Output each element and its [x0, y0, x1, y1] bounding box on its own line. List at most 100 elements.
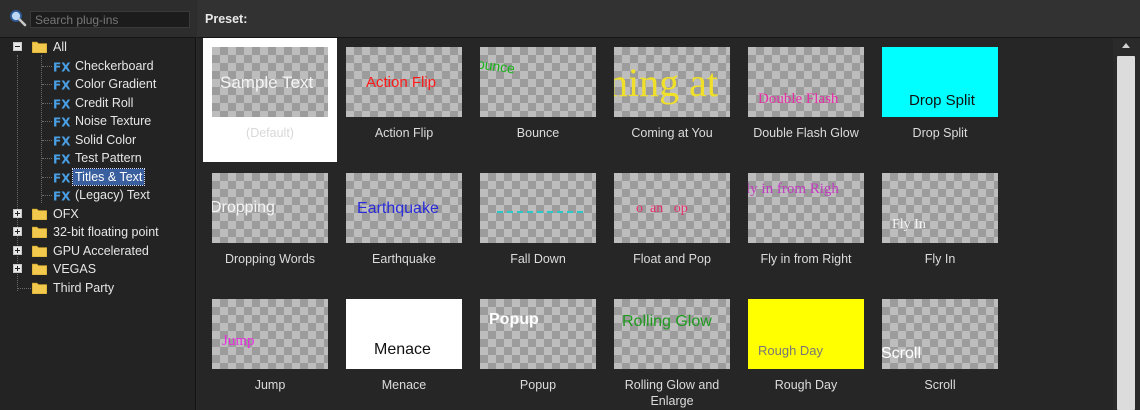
preset-thumbnail: Rolling Glow [614, 299, 730, 369]
preset-rough-day[interactable]: Rough Day Rough Day [739, 290, 873, 410]
search-icon[interactable] [9, 9, 27, 27]
preset-drop-split[interactable]: Drop Split Drop Split [873, 38, 1007, 162]
thumbnail-text: Double Flash [758, 91, 839, 107]
folder-icon [32, 282, 47, 294]
thumbnail-text: o an op [636, 201, 688, 216]
preset-float-and-pop[interactable]: o an op Float and Pop [605, 164, 739, 288]
tree-item-label: Color Gradient [75, 77, 157, 91]
svg-text:FX: FX [53, 79, 71, 92]
tree-item-ofx[interactable]: OFX [0, 205, 196, 223]
search-bar [0, 0, 196, 38]
expand-toggle[interactable] [13, 245, 22, 255]
tree-item-label: Solid Color [75, 132, 137, 147]
preset-thumbnail: Action Flip [346, 47, 462, 117]
preset-label: Fly In [924, 252, 956, 266]
tree-item-label: Test Pattern [75, 151, 142, 165]
preset-double-flash-glow[interactable]: Double Flash Double Flash Glow [739, 38, 873, 162]
tree-item-credit-roll[interactable]: FX Credit Roll [0, 94, 196, 112]
preset-thumbnail: Jump [212, 299, 328, 369]
thumbnail-text: Dropping [212, 199, 275, 216]
preset-thumbnail: Rough Day [748, 299, 864, 369]
fx-icon: FX [53, 116, 71, 129]
tree-guide-line [42, 139, 52, 141]
thumbnail-text: Menace [374, 341, 431, 358]
preset-thumbnail: Drop Split [882, 47, 998, 117]
preset-dropping-words[interactable]: Dropping Dropping Words [203, 164, 337, 288]
scroll-up-arrow-icon[interactable] [1118, 40, 1134, 52]
tree-item-label: Third Party [53, 280, 115, 295]
preset-fall-down[interactable]: Fall Down [471, 164, 605, 288]
tree-item-color-gradient[interactable]: FX Color Gradient [0, 75, 196, 93]
search-input[interactable] [30, 11, 190, 28]
svg-text:FX: FX [53, 171, 71, 184]
preset-thumbnail: Menace [346, 299, 462, 369]
preset-default[interactable]: Sample Text (Default) [203, 38, 337, 162]
tree-item-32bit[interactable]: 32-bit floating point [0, 223, 196, 241]
preset-thumbnail: Double Flash [748, 47, 864, 117]
tree-guide-line [42, 195, 52, 196]
preset-label: Rolling Glow and Enlarge [624, 378, 720, 408]
fx-icon: FX [53, 153, 71, 166]
preset-earthquake[interactable]: Earthquake Earthquake [337, 164, 471, 288]
preset-menace[interactable]: Menace Menace [337, 290, 471, 410]
folder-icon [32, 208, 47, 220]
preset-thumbnail: ly in from Righ [748, 173, 864, 243]
tree-item-label: VEGAS [53, 262, 97, 276]
preset-header-label: Preset: [205, 12, 248, 26]
folder-icon [32, 41, 47, 53]
preset-bounce[interactable]: ounce Bounce [471, 38, 605, 162]
folder-icon [32, 226, 47, 238]
preset-thumbnail: ounce [480, 47, 596, 117]
preset-fly-in[interactable]: Fly In Fly In [873, 164, 1007, 288]
collapse-toggle[interactable] [13, 42, 22, 51]
expand-toggle[interactable] [13, 264, 22, 273]
thumbnail-text: Rolling Glow [622, 313, 712, 330]
expand-toggle[interactable] [13, 227, 22, 236]
preset-label: Fly in from Right [760, 252, 852, 266]
fx-icon: FX [53, 79, 71, 92]
tree-item-titles-text[interactable]: FX Titles & Text [0, 167, 196, 186]
scrollbar-thumb[interactable] [1117, 56, 1135, 410]
preset-rolling-glow[interactable]: Rolling Glow Rolling Glow and Enlarge [605, 290, 739, 410]
tree-item-legacy-text[interactable]: FX (Legacy) Text [0, 186, 196, 204]
tree-guide-line [42, 102, 52, 104]
preset-coming-at-you[interactable]: ning at Coming at You [605, 38, 739, 162]
expand-toggle[interactable] [13, 208, 22, 218]
svg-text:FX: FX [53, 60, 71, 73]
plugin-tree-panel: All FX Checkerboard FX Color Gradient FX… [0, 0, 196, 410]
thumbnail-text: Jump [222, 333, 255, 349]
tree-item-all[interactable]: All [0, 38, 196, 56]
tree-guide-line [42, 176, 52, 178]
tree-item-test-pattern[interactable]: FX Test Pattern [0, 149, 196, 167]
preset-thumbnail: Fly In [882, 173, 998, 243]
folder-icon [32, 263, 47, 275]
fx-icon: FX [53, 60, 71, 73]
preset-thumbnail: Sample Text [212, 47, 328, 117]
tree-item-gpu-accelerated[interactable]: GPU Accelerated [0, 242, 196, 260]
preset-label: Action Flip [374, 126, 434, 140]
preset-thumbnail: Scroll [882, 299, 998, 369]
tree-item-vegas[interactable]: VEGAS [0, 260, 196, 278]
preset-action-flip[interactable]: Action Flip Action Flip [337, 38, 471, 162]
svg-text:FX: FX [53, 97, 71, 110]
preset-jump[interactable]: Jump Jump [203, 290, 337, 410]
preset-label: (Default) [246, 126, 294, 140]
vertical-scrollbar[interactable] [1113, 38, 1140, 410]
tree-item-solid-color[interactable]: FX Solid Color [0, 131, 196, 149]
preset-fly-in-from-right[interactable]: ly in from Righ Fly in from Right [739, 164, 873, 288]
tree-item-label: Checkerboard [75, 58, 154, 73]
tree-item-noise-texture[interactable]: FX Noise Texture [0, 112, 196, 130]
preset-popup[interactable]: Popup Popup [471, 290, 605, 410]
tree-guide-line [42, 121, 52, 122]
tree-item-label: GPU Accelerated [53, 243, 149, 258]
tree-item-label: (Legacy) Text [75, 188, 150, 202]
thumbnail-line [497, 211, 583, 213]
fx-icon: FX [53, 171, 71, 184]
preset-thumbnail [480, 173, 596, 243]
tree-item-checkerboard[interactable]: FX Checkerboard [0, 57, 196, 75]
svg-text:FX: FX [53, 153, 71, 166]
preset-label: Menace [381, 378, 427, 392]
tree-item-third-party[interactable]: Third Party [0, 279, 196, 297]
preset-thumbnail: Popup [480, 299, 596, 369]
preset-scroll[interactable]: Scroll Scroll [873, 290, 1007, 410]
